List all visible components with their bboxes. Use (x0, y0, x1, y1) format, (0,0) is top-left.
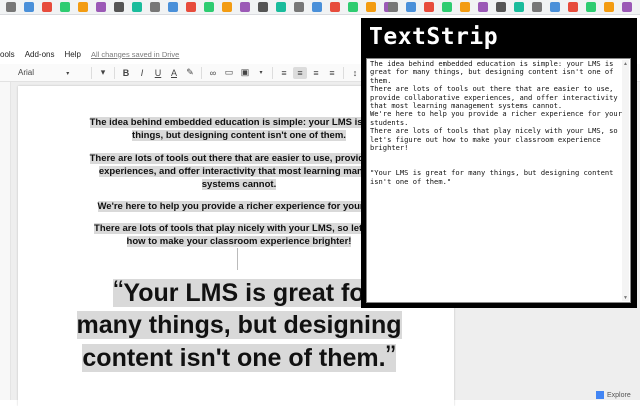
doc-text-line: systems cannot. (201, 179, 277, 190)
extension-icon[interactable] (294, 2, 304, 12)
chevron-down-icon: ▾ (66, 71, 70, 77)
explore-button[interactable]: Explore (596, 390, 634, 400)
lastpass-icon[interactable] (568, 2, 578, 12)
toolbar-divider (272, 66, 273, 79)
record-icon[interactable] (496, 2, 506, 12)
extension-icon[interactable] (586, 2, 596, 12)
popup-title: TextStrip (369, 24, 499, 50)
extension-icon[interactable] (258, 2, 268, 12)
gmail-icon[interactable] (478, 2, 488, 12)
extension-icon[interactable] (96, 2, 106, 12)
facebook-icon[interactable] (604, 2, 614, 12)
line-spacing-icon[interactable]: ↕ (348, 67, 362, 79)
toolbar-divider (201, 66, 202, 79)
highlight-pen-icon[interactable]: ✎ (183, 67, 197, 79)
doc-text-line: There are lots of tools that play nicely… (94, 223, 384, 234)
image-icon[interactable]: ▣ (238, 67, 252, 79)
scroll-down-icon[interactable]: ▼ (623, 295, 628, 301)
extension-icons-right (384, 2, 636, 12)
extension-icon[interactable] (114, 2, 124, 12)
extension-icon[interactable] (60, 2, 70, 12)
extension-icon[interactable] (150, 2, 160, 12)
extension-icon[interactable] (366, 2, 376, 12)
extension-icon[interactable] (168, 2, 178, 12)
camera-icon[interactable] (442, 2, 452, 12)
extension-icon[interactable] (240, 2, 250, 12)
explore-label: Explore (607, 391, 631, 399)
quote-line: Your LMS is great fo (123, 279, 365, 307)
pin-icon[interactable] (388, 2, 398, 12)
extension-icon[interactable] (42, 2, 52, 12)
extension-icon[interactable] (330, 2, 340, 12)
extension-icon[interactable] (186, 2, 196, 12)
image-dropdown-icon[interactable]: ▾ (254, 67, 268, 79)
text-color-button[interactable]: A (167, 67, 181, 79)
extension-icon[interactable] (78, 2, 88, 12)
extension-icon[interactable] (6, 2, 16, 12)
textstrip-popup: TextStrip The idea behind embedded educa… (361, 18, 637, 308)
quote-line: many things, but designing (76, 311, 402, 339)
toolbar-divider (114, 66, 115, 79)
docs-menu-bar: ools Add-ons Help All changes saved in D… (0, 47, 189, 61)
quote-line: content isn't one of them. (82, 344, 386, 372)
toolbar-divider (343, 66, 344, 79)
open-quote-mark: “ (113, 275, 124, 308)
square-icon[interactable] (460, 2, 470, 12)
extension-icon[interactable] (276, 2, 286, 12)
doc-text-line: experiences, and offer interactivity tha… (98, 166, 380, 177)
underline-button[interactable]: U (151, 67, 165, 79)
saved-status-link[interactable]: All changes saved in Drive (91, 50, 179, 59)
popup-scrollbar[interactable]: ▲ ▼ (622, 60, 629, 301)
cloud-icon[interactable] (532, 2, 542, 12)
font-selector[interactable]: Arial ▾ (18, 68, 88, 77)
doc-text-line: how to make your classroom experience br… (126, 236, 352, 247)
extension-icon[interactable] (348, 2, 358, 12)
extension-icon[interactable] (204, 2, 214, 12)
text-cursor (237, 248, 238, 270)
scroll-up-icon[interactable]: ▲ (623, 61, 628, 67)
menu-addons[interactable]: Add-ons (25, 50, 55, 59)
align-right-icon[interactable]: ≡ (309, 67, 323, 79)
comment-icon[interactable]: ▭ (222, 67, 236, 79)
doc-text-line: things, but designing content isn't one … (132, 130, 346, 141)
doc-text-line: The idea behind embedded education is si… (89, 117, 389, 128)
align-left-icon[interactable]: ≡ (277, 67, 291, 79)
shield-icon[interactable] (406, 2, 416, 12)
textstrip-icon[interactable] (550, 2, 560, 12)
stripped-text-area[interactable]: The idea behind embedded education is si… (366, 58, 631, 303)
explore-icon (596, 391, 604, 399)
extension-icon[interactable] (132, 2, 142, 12)
browser-extension-bar (0, 0, 640, 15)
menu-help[interactable]: Help (64, 50, 80, 59)
gmail-icon[interactable] (424, 2, 434, 12)
align-justify-icon[interactable]: ≡ (325, 67, 339, 79)
extension-icon[interactable] (24, 2, 34, 12)
font-name: Arial (18, 68, 35, 77)
chrome-icon[interactable] (514, 2, 524, 12)
font-size-down-icon[interactable]: ▾ (96, 67, 110, 79)
stripped-text: The idea behind embedded education is si… (370, 59, 622, 186)
bookmark-icons-left (2, 2, 398, 12)
bold-button[interactable]: B (119, 67, 133, 79)
extension-icon[interactable] (312, 2, 322, 12)
align-center-icon[interactable]: ≡ (293, 66, 307, 79)
extension-icon[interactable] (222, 2, 232, 12)
vertical-ruler (0, 82, 11, 400)
doc-text-line: We're here to help you provide a richer … (97, 201, 381, 212)
menu-tools[interactable]: ools (0, 50, 15, 59)
toolbar-divider (91, 66, 92, 79)
italic-button[interactable]: I (135, 67, 149, 79)
link-icon[interactable]: ∞ (206, 67, 220, 79)
chrome-icon[interactable] (622, 2, 632, 12)
close-quote-mark: ” (385, 340, 396, 373)
doc-text-line: There are lots of tools out there that a… (89, 153, 389, 164)
